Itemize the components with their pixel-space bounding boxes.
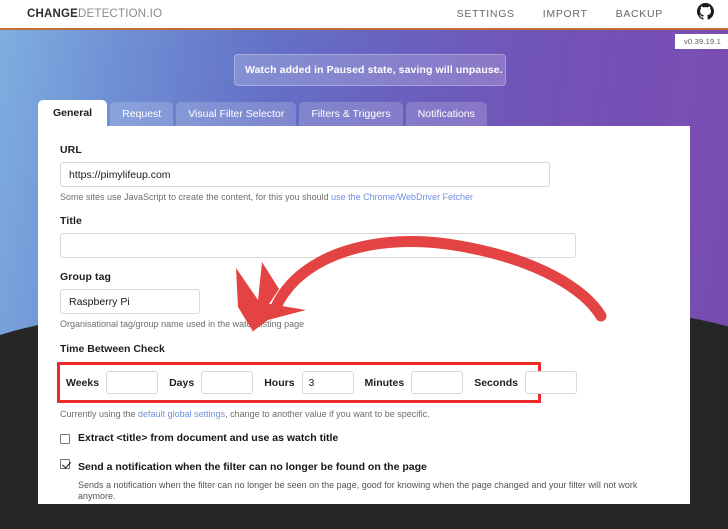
default-global-settings-link[interactable]: default global settings <box>138 409 225 419</box>
minutes-input[interactable] <box>411 371 464 394</box>
filter-notification-checkbox[interactable] <box>60 459 70 470</box>
filter-notification-checkbox-row[interactable]: Send a notification when the filter can … <box>60 457 668 502</box>
tbc-helper-prefix: Currently using the <box>60 409 139 419</box>
time-between-check-helper-text: Currently using the default global setti… <box>60 409 668 419</box>
group-tag-field-group: Group tag Organisational tag/group name … <box>60 271 668 329</box>
tab-request[interactable]: Request <box>110 102 174 128</box>
logo-bold-part: CHANGE <box>27 8 79 20</box>
days-label: Days <box>169 376 195 389</box>
tab-visual-filter-selector[interactable]: Visual Filter Selector <box>176 102 297 128</box>
time-between-check-highlight-box: Weeks Days Hours Minutes Seconds <box>57 362 577 403</box>
seconds-label: Seconds <box>474 376 518 389</box>
flash-message: Watch added in Paused state, saving will… <box>234 54 506 86</box>
days-input[interactable] <box>201 371 254 394</box>
seconds-unit: Seconds <box>474 371 577 394</box>
time-between-check-group: Time Between Check Weeks Days Hours Minu… <box>57 343 668 419</box>
app-logo[interactable]: CHANGEDETECTION.IO <box>27 8 162 20</box>
title-input[interactable] <box>60 233 576 258</box>
extract-title-checkbox[interactable] <box>60 434 70 444</box>
filter-notification-text-wrap: Send a notification when the filter can … <box>78 457 668 502</box>
hours-unit: Hours <box>264 371 354 394</box>
group-tag-label: Group tag <box>60 271 112 283</box>
filter-notification-sub-text: Sends a notification when the filter can… <box>78 480 638 501</box>
weeks-input[interactable] <box>106 371 159 394</box>
logo-light-part: DETECTION.IO <box>78 8 163 20</box>
tbc-helper-suffix: , change to another value if you want to… <box>225 409 430 419</box>
url-helper-prefix: Some sites use JavaScript to create the … <box>60 192 332 202</box>
chrome-webdriver-fetcher-link[interactable]: use the Chrome/WebDriver Fetcher <box>331 192 473 202</box>
github-icon[interactable] <box>697 3 714 25</box>
weeks-label: Weeks <box>66 376 100 389</box>
seconds-input[interactable] <box>524 371 577 394</box>
group-tag-helper-text: Organisational tag/group name used in th… <box>60 319 305 329</box>
weeks-unit: Weeks <box>66 371 159 394</box>
settings-card: PiMy Life URL Some sites use JavaScript … <box>38 126 690 504</box>
url-field-group: URL Some sites use JavaScript to create … <box>60 144 668 202</box>
nav-link-import[interactable]: IMPORT <box>543 8 588 20</box>
hours-input[interactable] <box>301 371 354 394</box>
tab-filters-and-triggers[interactable]: Filters & Triggers <box>299 102 403 128</box>
url-input[interactable] <box>60 162 550 187</box>
url-label: URL <box>60 144 82 156</box>
extract-title-checkbox-row[interactable]: Extract <title> from document and use as… <box>60 432 668 444</box>
nav-links: SETTINGS IMPORT BACKUP <box>457 3 714 25</box>
checkbox-group: Extract <title> from document and use as… <box>60 432 668 502</box>
version-badge: v0.39.19.1 <box>674 34 728 49</box>
extract-title-label: Extract <title> from document and use as… <box>78 432 339 444</box>
tab-bar: General Request Visual Filter Selector F… <box>38 100 487 128</box>
days-unit: Days <box>169 371 254 394</box>
tab-general[interactable]: General <box>38 100 108 128</box>
nav-link-backup[interactable]: BACKUP <box>616 8 663 20</box>
title-label: Title <box>60 215 82 227</box>
title-field-group: Title <box>60 215 668 258</box>
filter-notification-label: Send a notification when the filter can … <box>78 461 427 474</box>
settings-form: URL Some sites use JavaScript to create … <box>38 126 690 504</box>
hours-label: Hours <box>264 376 295 389</box>
minutes-label: Minutes <box>364 376 405 389</box>
top-navigation-bar: CHANGEDETECTION.IO SETTINGS IMPORT BACKU… <box>0 0 728 30</box>
url-helper-text: Some sites use JavaScript to create the … <box>60 192 668 202</box>
minutes-unit: Minutes <box>365 371 464 394</box>
nav-link-settings[interactable]: SETTINGS <box>457 8 515 20</box>
tab-notifications[interactable]: Notifications <box>405 102 487 128</box>
time-between-check-label: Time Between Check <box>60 343 165 355</box>
group-tag-input[interactable] <box>60 289 200 314</box>
